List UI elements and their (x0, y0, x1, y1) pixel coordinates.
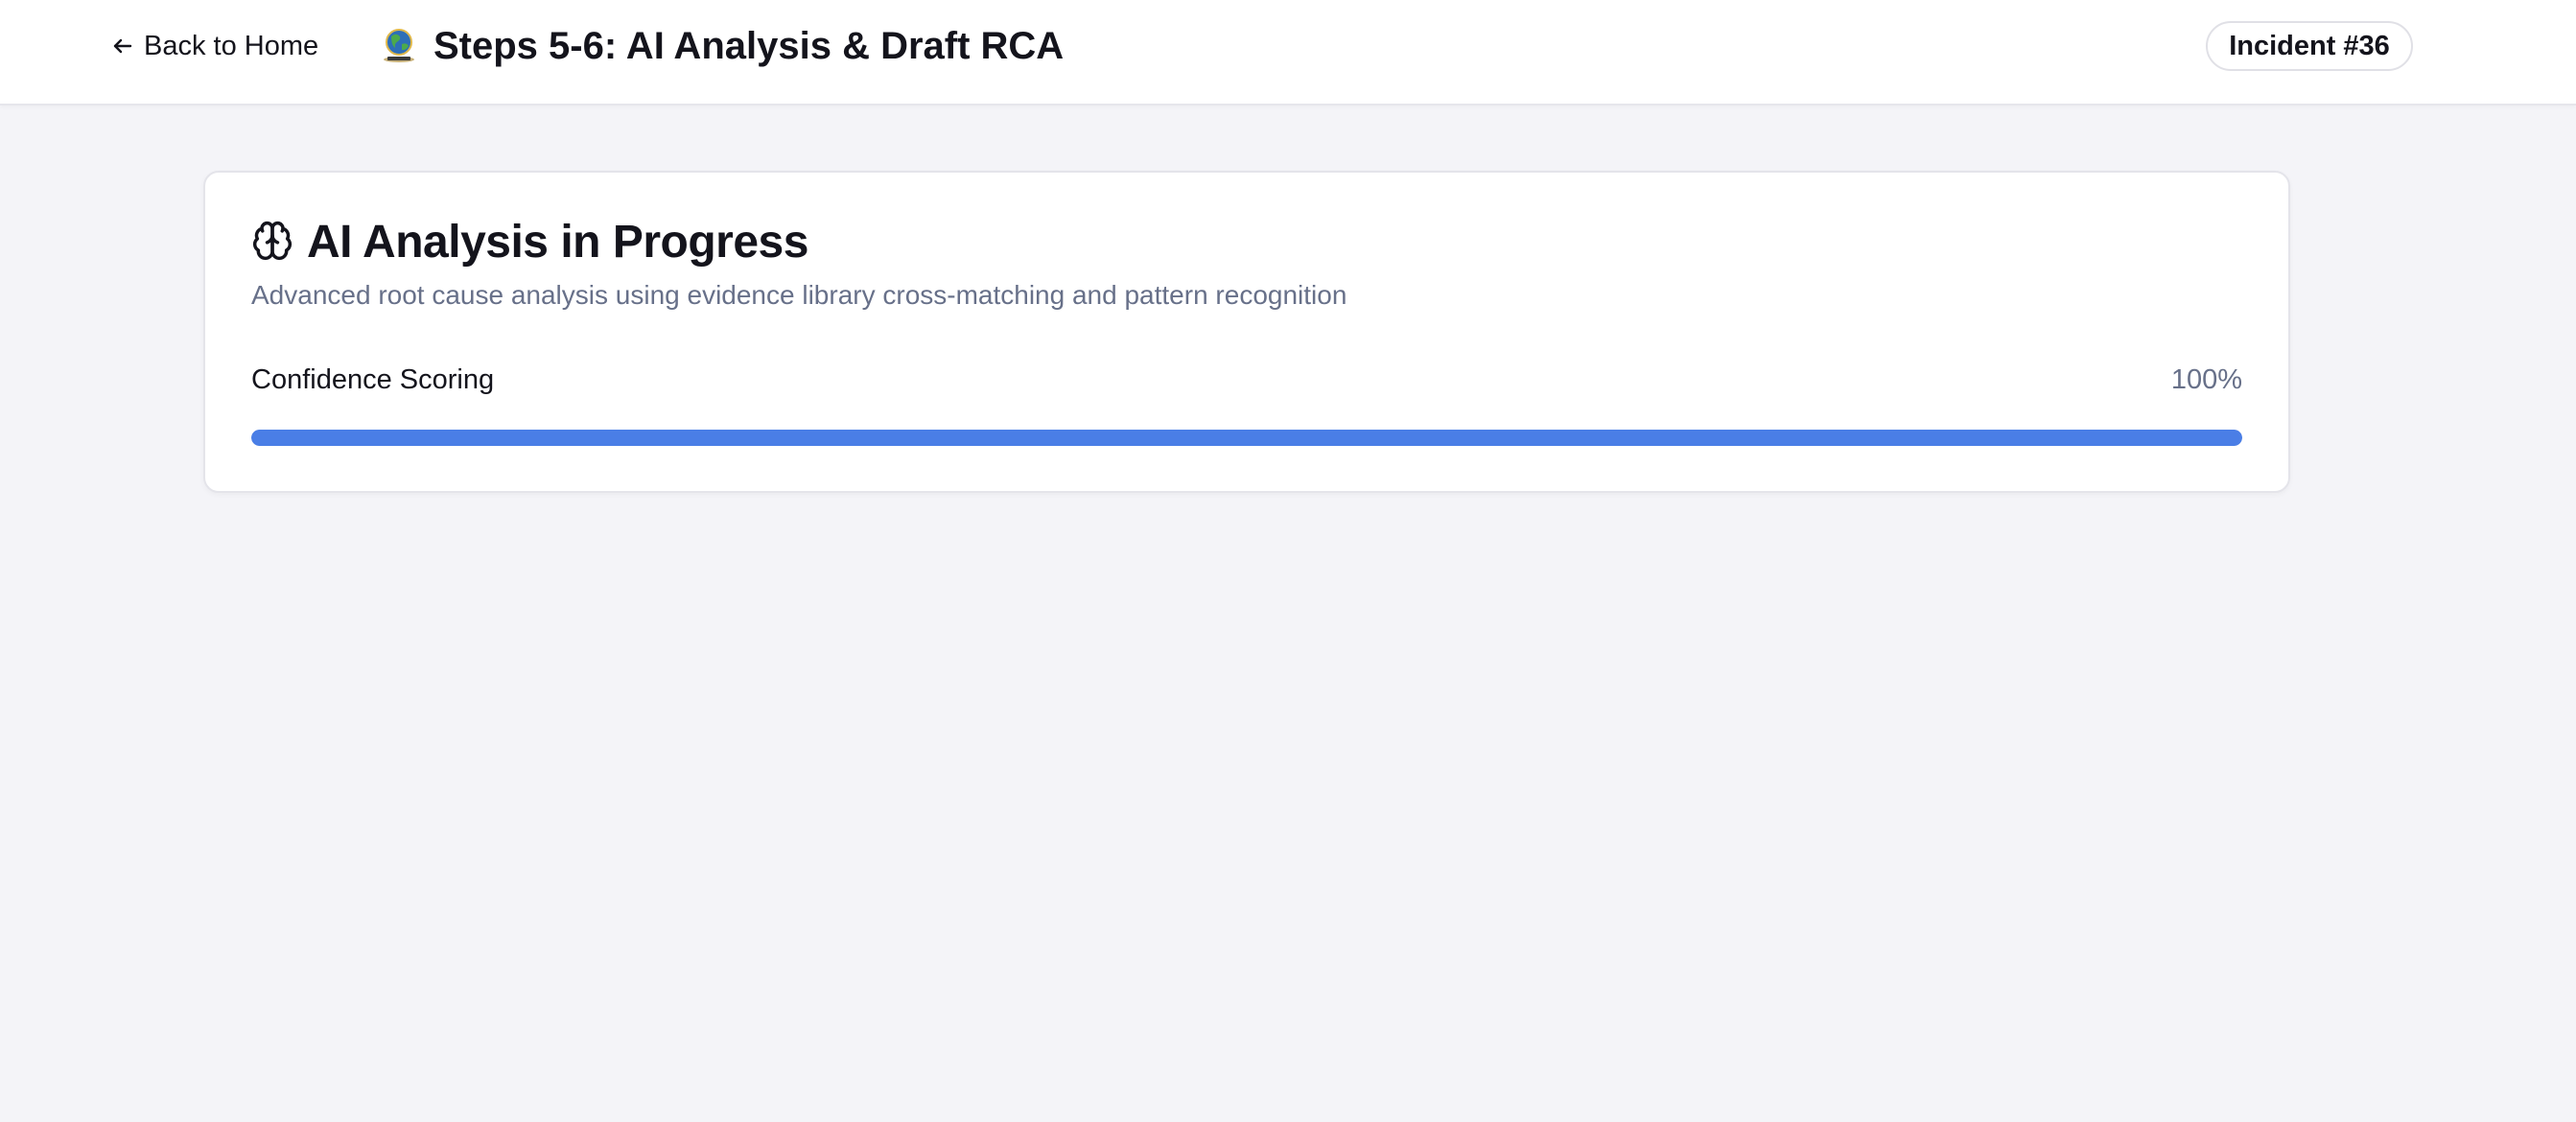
card-title: AI Analysis in Progress (307, 217, 808, 268)
back-to-home-label: Back to Home (144, 30, 319, 61)
card-header: AI Analysis in Progress (251, 215, 808, 270)
progress-bar (251, 430, 2242, 446)
progress-label: Confidence Scoring (251, 364, 495, 395)
progress-value: 100% (2170, 364, 2242, 395)
globe-logo-icon (380, 26, 418, 66)
page-title: Steps 5-6: AI Analysis & Draft RCA (433, 25, 1065, 67)
back-to-home-link[interactable]: Back to Home (111, 27, 318, 65)
arrow-left-icon (111, 35, 134, 58)
ai-analysis-card: AI Analysis in Progress Advanced root ca… (203, 171, 2290, 493)
brain-icon (251, 220, 293, 267)
card-subtitle: Advanced root cause analysis using evide… (251, 280, 1347, 310)
top-header: Back to Home Steps 5-6: AI Analysis & Dr… (0, 0, 2576, 105)
incident-badge: Incident #36 (2206, 21, 2413, 71)
progress-bar-fill (251, 430, 2242, 446)
